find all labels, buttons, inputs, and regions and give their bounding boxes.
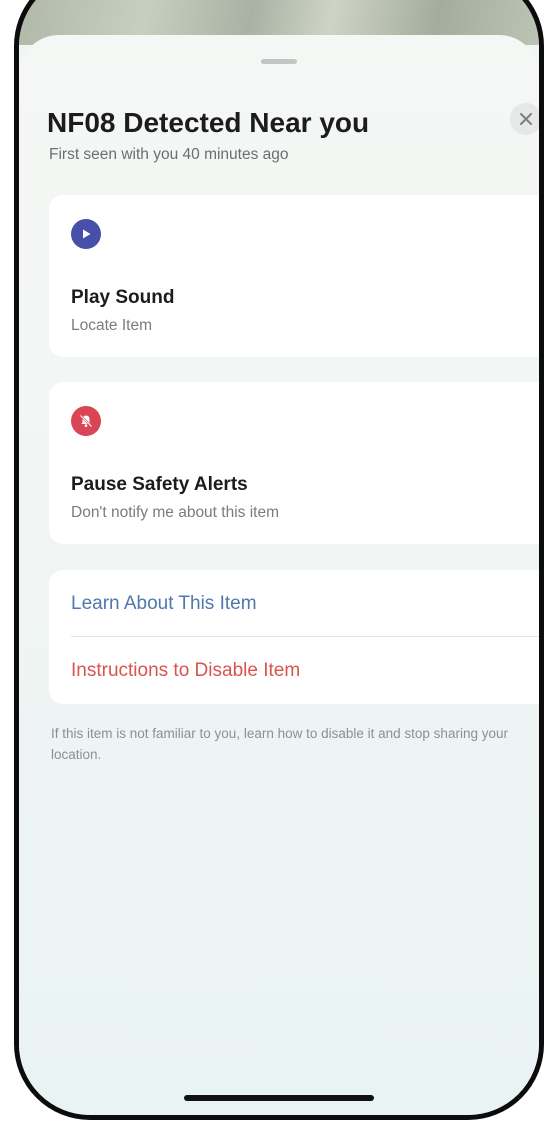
play-icon bbox=[71, 219, 101, 249]
play-sound-card[interactable]: Play Sound Locate Item bbox=[49, 195, 539, 357]
home-indicator[interactable] bbox=[184, 1095, 374, 1101]
play-sound-title: Play Sound bbox=[71, 287, 175, 308]
pause-safety-alerts-title: Pause Safety Alerts bbox=[71, 474, 248, 495]
sheet-title: NF08 Detected Near you bbox=[47, 107, 370, 138]
learn-about-item-link[interactable]: Learn About This Item bbox=[49, 570, 539, 637]
play-sound-subtitle: Locate Item bbox=[71, 317, 152, 334]
sheet-grabber[interactable] bbox=[261, 59, 297, 64]
screen: NF08 Detected Near you First seen with y… bbox=[0, 0, 553, 1123]
safety-footnote: If this item is not familiar to you, lea… bbox=[51, 726, 508, 762]
bell-slash-icon bbox=[71, 406, 101, 436]
phone-frame: NF08 Detected Near you First seen with y… bbox=[14, 0, 544, 1120]
pause-safety-alerts-subtitle: Don't notify me about this item bbox=[71, 504, 280, 521]
close-icon bbox=[520, 113, 532, 125]
item-links-group: Learn About This Item Instructions to Di… bbox=[49, 570, 539, 704]
sheet-subtitle: First seen with you 40 minutes ago bbox=[49, 146, 289, 163]
disable-item-instructions-link[interactable]: Instructions to Disable Item bbox=[49, 637, 539, 704]
pause-safety-alerts-card[interactable]: Pause Safety Alerts Don't notify me abou… bbox=[49, 382, 539, 544]
close-button[interactable] bbox=[510, 103, 539, 135]
item-detected-sheet: NF08 Detected Near you First seen with y… bbox=[19, 35, 539, 1115]
